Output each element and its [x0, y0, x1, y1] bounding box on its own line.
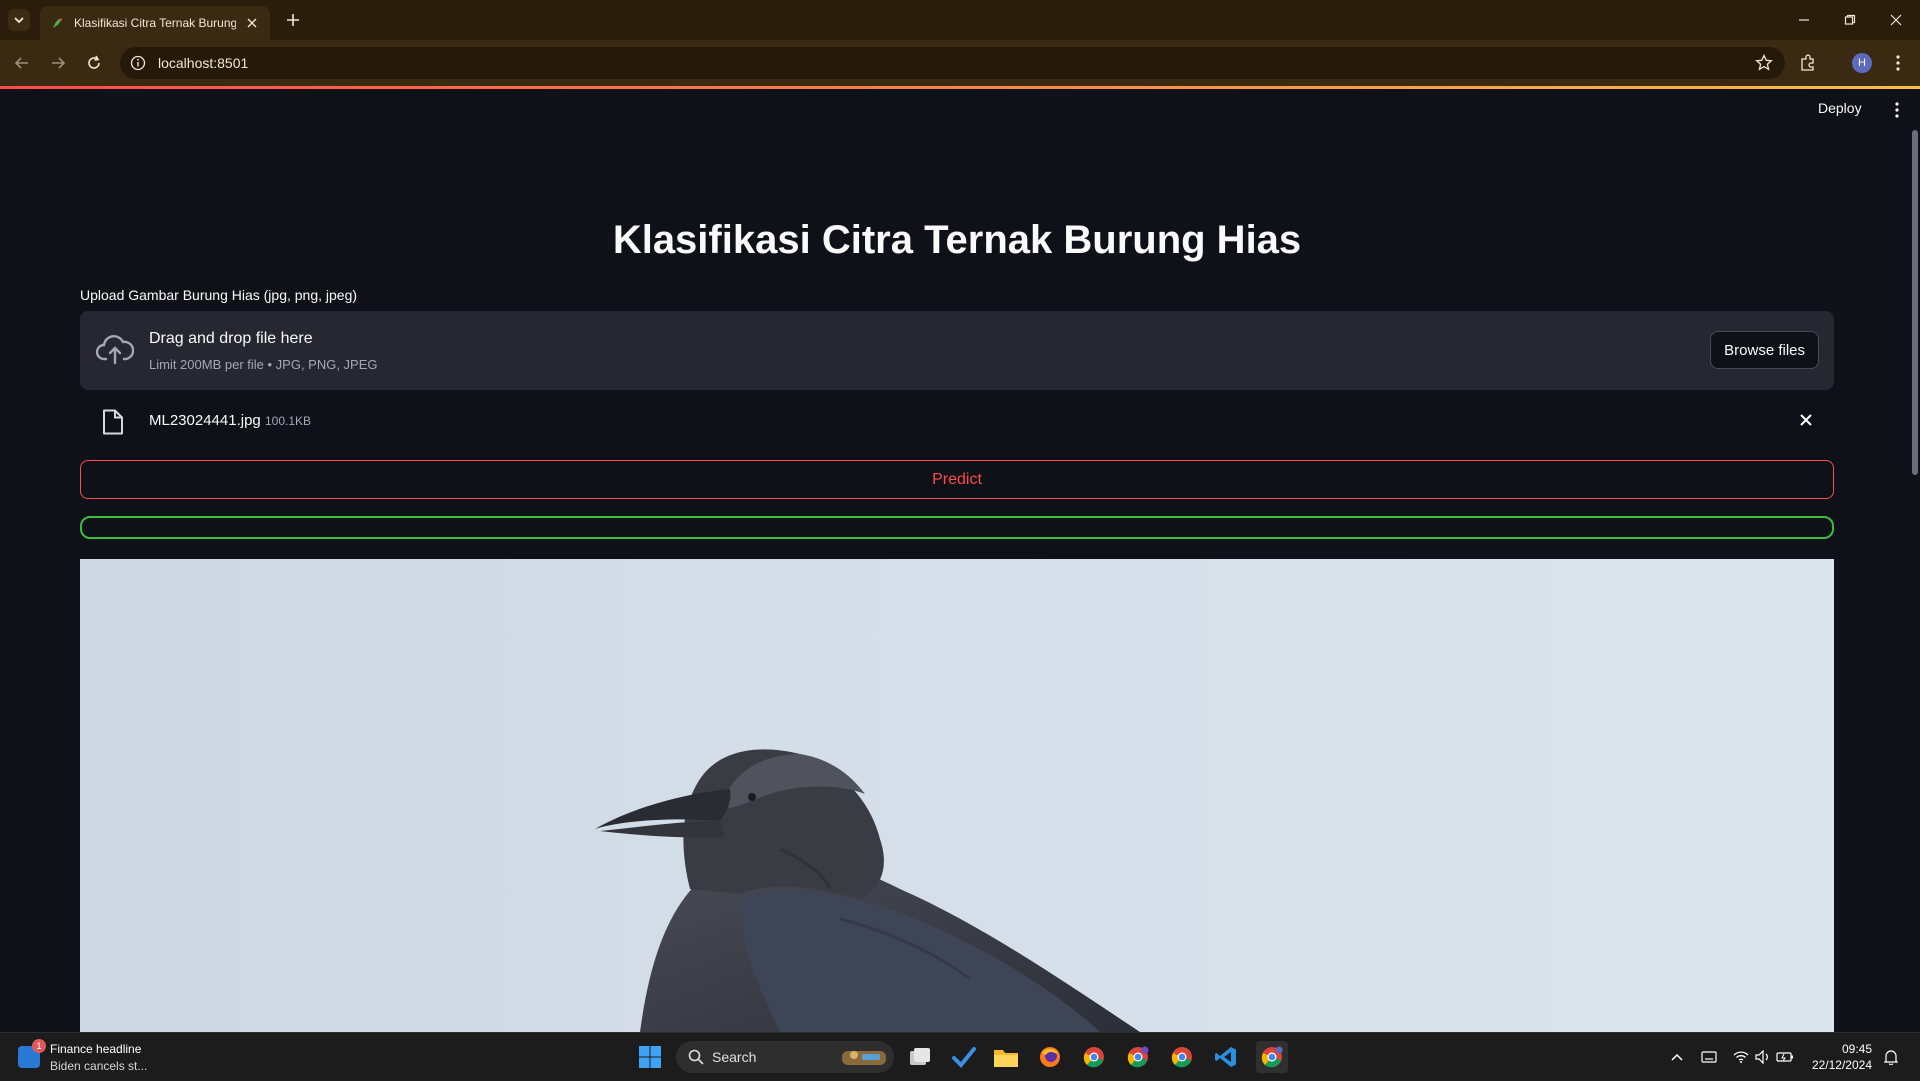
search-placeholder: Search [712, 1049, 757, 1065]
restore-icon [1844, 14, 1856, 25]
arrow-left-icon [14, 57, 28, 69]
uploader-label: Upload Gambar Burung Hias (jpg, png, jpe… [80, 287, 358, 303]
vscode-icon [1215, 1047, 1236, 1067]
avatar: H [1852, 53, 1872, 73]
file-explorer-button[interactable] [990, 1041, 1022, 1073]
back-button[interactable] [10, 51, 34, 75]
forward-button[interactable] [46, 51, 70, 75]
address-bar[interactable]: localhost:8501 [120, 47, 1785, 79]
app-menu-button[interactable] [1888, 100, 1906, 120]
chevron-up-icon [1671, 1053, 1683, 1061]
search-icon [688, 1049, 704, 1065]
minimize-button[interactable] [1792, 8, 1816, 32]
bookmark-star-icon[interactable] [1755, 54, 1773, 72]
chrome-icon [1261, 1046, 1283, 1068]
notifications-button[interactable] [1882, 1048, 1900, 1066]
reload-icon [88, 55, 100, 69]
dropzone-title: Drag and drop file here [149, 330, 313, 347]
deploy-button[interactable]: Deploy [1818, 100, 1862, 116]
keyboard-tray-button[interactable] [1700, 1048, 1718, 1066]
url-text[interactable]: localhost:8501 [158, 55, 248, 71]
close-window-button[interactable] [1884, 8, 1908, 32]
browser-tab-active[interactable]: Klasifikasi Citra Ternak Burung Hias [40, 6, 270, 40]
keyboard-icon [1701, 1051, 1717, 1063]
tab-search-button[interactable] [8, 9, 30, 31]
close-icon [1890, 14, 1902, 26]
uploaded-file-item: ML23024441.jpg 100.1KB [80, 400, 1834, 442]
volume-tray-button[interactable] [1754, 1048, 1772, 1066]
tab-title: Klasifikasi Citra Ternak Burung Hias [74, 16, 236, 30]
predict-button[interactable]: Predict [80, 460, 1834, 499]
file-name: ML23024441.jpg [149, 412, 261, 429]
firefox-icon [1040, 1047, 1060, 1067]
chrome-icon [1083, 1047, 1104, 1068]
chrome-icon [1171, 1047, 1192, 1068]
remove-file-button[interactable] [1796, 410, 1816, 430]
more-vertical-icon [1895, 102, 1899, 118]
browser-menu-button[interactable] [1886, 51, 1910, 75]
page-scrollbar[interactable] [1912, 130, 1918, 475]
browser-toolbar: localhost:8501 H [0, 40, 1920, 86]
vscode-button[interactable] [1210, 1041, 1242, 1073]
chrome-profile-2-button[interactable] [1122, 1041, 1154, 1073]
restore-button[interactable] [1838, 8, 1862, 32]
uploaded-bird-image [80, 559, 1834, 1032]
widget-title: Finance headline [50, 1042, 142, 1056]
clock-date: 22/12/2024 [1811, 1058, 1872, 1072]
firefox-button[interactable] [1034, 1041, 1066, 1073]
profile-button[interactable]: H [1850, 51, 1874, 75]
file-dropzone[interactable]: Drag and drop file here Limit 200MB per … [80, 311, 1834, 390]
tab-close-icon[interactable] [244, 15, 260, 31]
browse-files-button[interactable]: Browse files [1710, 331, 1819, 369]
file-icon [103, 409, 123, 435]
chrome-icon [1127, 1046, 1149, 1068]
dropzone-limit-text: Limit 200MB per file • JPG, PNG, JPEG [149, 357, 378, 372]
reload-button[interactable] [82, 51, 106, 75]
prediction-result-box [80, 516, 1834, 539]
notification-badge: 1 [32, 1039, 46, 1053]
minimize-icon [1799, 19, 1809, 21]
widget-subtitle: Biden cancels st... [50, 1059, 148, 1073]
close-icon [1800, 414, 1812, 426]
taskbar-clock[interactable]: 09:45 22/12/2024 [1808, 1041, 1872, 1073]
more-vertical-icon [1896, 55, 1900, 71]
todo-app-button[interactable] [948, 1041, 980, 1073]
parrot-favicon-icon [53, 18, 63, 28]
chrome-button[interactable] [1078, 1041, 1110, 1073]
speaker-icon [1755, 1050, 1768, 1064]
start-button[interactable] [634, 1041, 666, 1073]
windows-taskbar: 1 Finance headline Biden cancels st... S… [0, 1032, 1920, 1081]
extensions-button[interactable] [1796, 51, 1820, 75]
clock-time: 09:45 [1841, 1042, 1872, 1056]
show-hidden-icons-button[interactable] [1668, 1048, 1686, 1066]
task-view-button[interactable] [904, 1041, 936, 1073]
battery-icon [1776, 1052, 1793, 1062]
chrome-profile-3-button[interactable] [1166, 1041, 1198, 1073]
chrome-active-button[interactable] [1256, 1041, 1288, 1073]
wifi-icon [1733, 1051, 1749, 1063]
new-tab-button[interactable] [282, 9, 304, 31]
checkmark-icon [952, 1047, 976, 1068]
cloud-upload-icon [96, 335, 134, 365]
file-size: 100.1KB [265, 414, 312, 428]
search-highlight-art-icon [842, 1051, 886, 1065]
folder-icon [994, 1050, 1018, 1067]
wifi-tray-button[interactable] [1732, 1048, 1750, 1066]
news-widget[interactable]: 1 Finance headline Biden cancels st... [18, 1039, 198, 1075]
plus-icon [287, 14, 299, 26]
page-title: Klasifikasi Citra Ternak Burung Hias [612, 218, 1302, 262]
app-decoration-bar [0, 86, 1920, 89]
site-info-icon[interactable] [130, 55, 146, 71]
task-view-icon [910, 1048, 930, 1065]
battery-tray-button[interactable] [1776, 1048, 1794, 1066]
crow-photo-illustration [80, 559, 1834, 1032]
taskbar-search[interactable]: Search [676, 1041, 894, 1073]
windows-logo-icon [639, 1046, 661, 1068]
arrow-right-icon [52, 57, 66, 69]
bell-icon [1884, 1050, 1898, 1065]
puzzle-icon [1801, 54, 1814, 71]
browser-tab-bar: Klasifikasi Citra Ternak Burung Hias [0, 0, 1920, 40]
chevron-down-icon [14, 17, 24, 24]
